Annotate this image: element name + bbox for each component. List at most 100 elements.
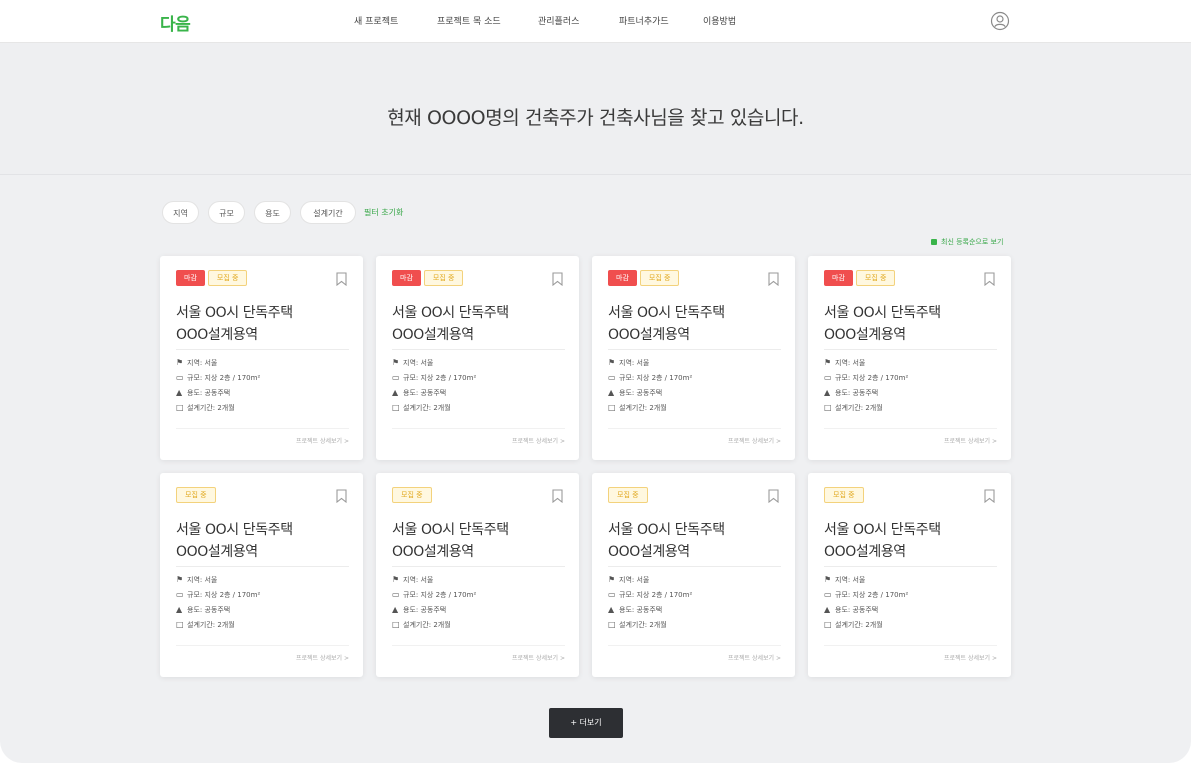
card-badges: 모집 중 [392, 487, 435, 504]
card-title-line1: 서울 OO시 단독주택 [176, 522, 293, 538]
ruler-icon: ▭ [392, 373, 400, 382]
card-divider [608, 349, 781, 350]
project-card[interactable]: 마감 모집 중 서울 OO시 단독주택 OOO설계용역 ⚑ 지역: 서울 ▭ 규모: … [592, 256, 795, 460]
card-info-region: ⚑ 지역: 서울 [824, 358, 866, 367]
project-card[interactable]: 모집 중 서울 OO시 단독주택 OOO설계용역 ⚑ 지역: 서울 ▭ 규모: 지상… [808, 473, 1011, 677]
status-badge-open: 모집 중 [855, 270, 896, 286]
page: 다음 새 프로젝트 프로젝트 목 소드 관리플러스 파트너추가드 이용방법 현재… [0, 0, 1191, 763]
nav-item-new-project[interactable]: 새 프로젝트 [354, 14, 398, 27]
card-info-area: ▭ 규모: 지상 2층 / 170m² [176, 590, 261, 599]
bookmark-icon[interactable] [336, 272, 347, 286]
card-title-line2: OOO설계용역 [608, 544, 690, 560]
bookmark-icon[interactable] [984, 489, 995, 503]
card-title-line1: 서울 OO시 단독주택 [608, 522, 725, 538]
card-badges: 모집 중 [176, 487, 219, 504]
filter-reset-link[interactable]: 필터 초기화 [364, 207, 403, 218]
filter-chip-use[interactable]: 용도 [254, 201, 291, 224]
filter-chip-scale[interactable]: 규모 [208, 201, 245, 224]
card-divider-bottom [392, 645, 565, 646]
card-title-line2: OOO설계용역 [824, 544, 906, 560]
top-navigation-bar: 다음 새 프로젝트 프로젝트 목 소드 관리플러스 파트너추가드 이용방법 [0, 0, 1191, 43]
card-detail-link[interactable]: 프로젝트 상세보기 > [512, 436, 565, 445]
project-card[interactable]: 모집 중 서울 OO시 단독주택 OOO설계용역 ⚑ 지역: 서울 ▭ 규모: 지상… [376, 473, 579, 677]
card-info-area: ▭ 규모: 지상 2층 / 170m² [608, 373, 693, 382]
pin-icon: ⚑ [176, 575, 184, 584]
ruler-icon: ▭ [392, 590, 400, 599]
user-icon[interactable] [990, 11, 1010, 31]
project-card[interactable]: 마감 모집 중 서울 OO시 단독주택 OOO설계용역 ⚑ 지역: 서울 ▭ 규모: … [376, 256, 579, 460]
card-detail-link[interactable]: 프로젝트 상세보기 > [944, 653, 997, 662]
card-title: 서울 OO시 단독주택 OOO설계용역 [176, 302, 351, 346]
card-title-line2: OOO설계용역 [608, 327, 690, 343]
card-divider [392, 566, 565, 567]
card-info-use: ▲ 용도: 공동주택 [392, 605, 447, 614]
bookmark-icon[interactable] [552, 272, 563, 286]
card-detail-link[interactable]: 프로젝트 상세보기 > [728, 653, 781, 662]
card-title: 서울 OO시 단독주택 OOO설계용역 [608, 302, 783, 346]
card-divider-bottom [392, 428, 565, 429]
card-divider-bottom [608, 428, 781, 429]
card-title-line2: OOO설계용역 [392, 327, 474, 343]
calendar-icon: □ [824, 620, 832, 629]
card-title-line2: OOO설계용역 [824, 327, 906, 343]
ruler-icon: ▭ [824, 590, 832, 599]
card-divider [824, 349, 997, 350]
nav-item-project-list[interactable]: 프로젝트 목 소드 [437, 14, 501, 27]
building-icon: ▲ [824, 388, 831, 397]
project-card[interactable]: 모집 중 서울 OO시 단독주택 OOO설계용역 ⚑ 지역: 서울 ▭ 규모: 지상… [592, 473, 795, 677]
bookmark-icon[interactable] [336, 489, 347, 503]
card-detail-link[interactable]: 프로젝트 상세보기 > [296, 653, 349, 662]
card-divider-bottom [824, 645, 997, 646]
filter-chip-region[interactable]: 지역 [162, 201, 199, 224]
status-badge-closed: 마감 [608, 270, 637, 286]
sort-check-icon [931, 239, 937, 245]
more-button[interactable]: + 더보기 [549, 708, 623, 738]
card-info-period: □ 설계기간: 2개월 [392, 403, 451, 412]
nav-item-management[interactable]: 관리플러스 [538, 14, 579, 27]
card-detail-link[interactable]: 프로젝트 상세보기 > [728, 436, 781, 445]
card-divider [608, 566, 781, 567]
ruler-icon: ▭ [176, 373, 184, 382]
card-info-use: ▲ 용도: 공동주택 [176, 605, 231, 614]
nav-item-guide[interactable]: 이용방법 [703, 14, 736, 27]
card-info-period: □ 설계기간: 2개월 [392, 620, 451, 629]
status-badge-open: 모집 중 [207, 270, 248, 286]
project-card[interactable]: 마감 모집 중 서울 OO시 단독주택 OOO설계용역 ⚑ 지역: 서울 ▭ 규모: … [160, 256, 363, 460]
nav-item-partner[interactable]: 파트너추가드 [619, 14, 669, 27]
project-card[interactable]: 모집 중 서울 OO시 단독주택 OOO설계용역 ⚑ 지역: 서울 ▭ 규모: 지상… [160, 473, 363, 677]
bookmark-icon[interactable] [984, 272, 995, 286]
filter-chip-period[interactable]: 설계기간 [300, 201, 356, 224]
card-detail-link[interactable]: 프로젝트 상세보기 > [512, 653, 565, 662]
card-title: 서울 OO시 단독주택 OOO설계용역 [824, 302, 999, 346]
bookmark-icon[interactable] [768, 272, 779, 286]
card-divider-bottom [824, 428, 997, 429]
card-title: 서울 OO시 단독주택 OOO설계용역 [824, 519, 999, 563]
card-info-region: ⚑ 지역: 서울 [608, 358, 650, 367]
ruler-icon: ▭ [608, 373, 616, 382]
card-divider [824, 566, 997, 567]
card-divider-bottom [176, 428, 349, 429]
card-divider [176, 349, 349, 350]
pin-icon: ⚑ [608, 575, 616, 584]
project-card[interactable]: 마감 모집 중 서울 OO시 단독주택 OOO설계용역 ⚑ 지역: 서울 ▭ 규모: … [808, 256, 1011, 460]
card-info-area: ▭ 규모: 지상 2층 / 170m² [824, 373, 909, 382]
card-divider [392, 349, 565, 350]
card-info-area: ▭ 규모: 지상 2층 / 170m² [176, 373, 261, 382]
sort-link[interactable]: 최신 등록순으로 보기 [931, 237, 1003, 247]
card-info-region: ⚑ 지역: 서울 [608, 575, 650, 584]
card-title-line1: 서울 OO시 단독주택 [392, 522, 509, 538]
card-info-use: ▲ 용도: 공동주택 [392, 388, 447, 397]
card-badges: 모집 중 [608, 487, 651, 504]
bookmark-icon[interactable] [552, 489, 563, 503]
pin-icon: ⚑ [392, 575, 400, 584]
card-info-region: ⚑ 지역: 서울 [176, 575, 218, 584]
card-detail-link[interactable]: 프로젝트 상세보기 > [296, 436, 349, 445]
calendar-icon: □ [176, 403, 184, 412]
card-info-area: ▭ 규모: 지상 2층 / 170m² [392, 590, 477, 599]
status-badge-open: 모집 중 [639, 270, 680, 286]
main-nav: 새 프로젝트 프로젝트 목 소드 관리플러스 파트너추가드 이용방법 [0, 14, 1191, 30]
bookmark-icon[interactable] [768, 489, 779, 503]
building-icon: ▲ [176, 605, 183, 614]
card-detail-link[interactable]: 프로젝트 상세보기 > [944, 436, 997, 445]
card-title-line1: 서울 OO시 단독주택 [392, 305, 509, 321]
